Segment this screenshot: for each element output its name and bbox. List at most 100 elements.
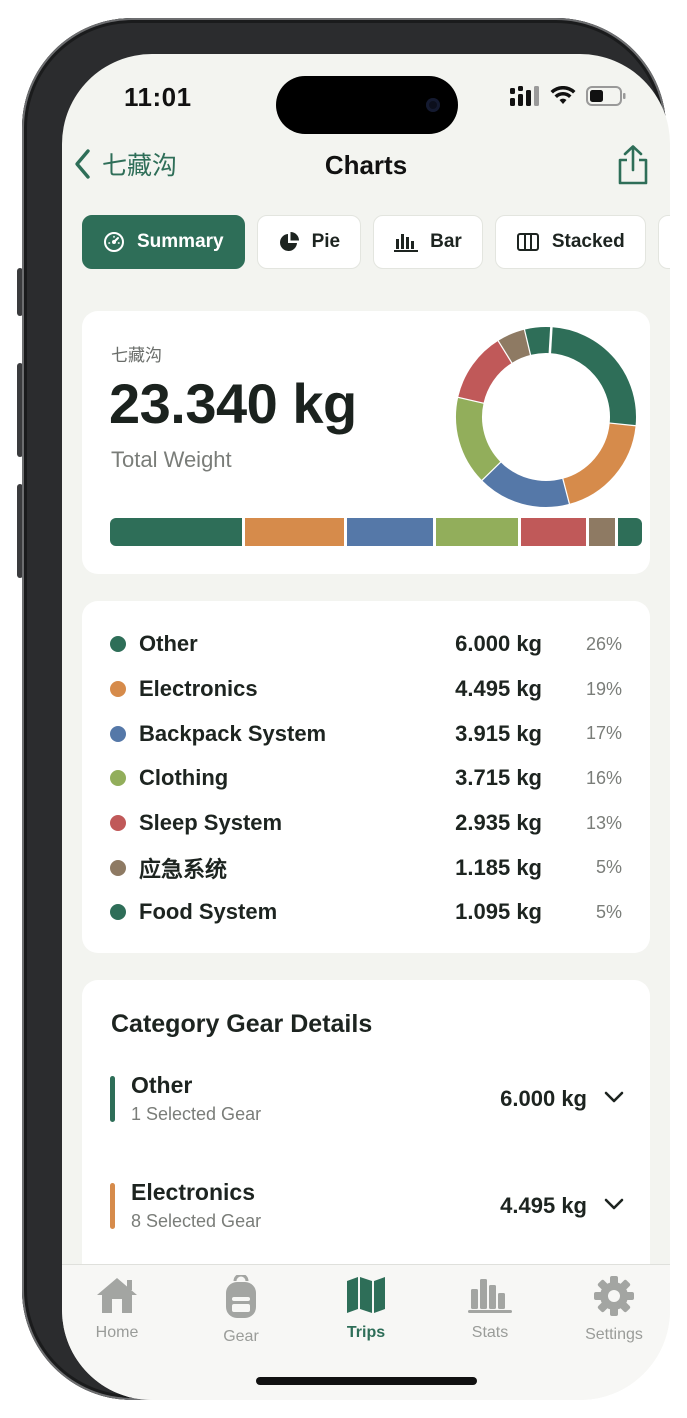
bar-chart-icon: [394, 234, 419, 252]
weight-bar-segment-3: [436, 518, 519, 546]
detail-weight: 4.495 kg: [500, 1193, 587, 1218]
legend-category-name: Backpack System: [139, 720, 327, 746]
backpack-icon: [226, 1273, 256, 1318]
donut-slice-3: [456, 396, 501, 480]
tab-more[interactable]: [657, 215, 670, 269]
legend-category-weight: 6.000 kg: [455, 631, 542, 657]
legend-row: Backpack System 3.915 kg 17%: [82, 711, 650, 756]
donut-slice-6: [525, 327, 552, 355]
house-icon: [97, 1278, 137, 1313]
tab-bar-label: Bar: [430, 231, 462, 252]
stacked-columns-icon: [516, 233, 539, 251]
pie-chart-icon: [279, 232, 299, 251]
summary-card: 七藏沟 23.340 kg Total Weight: [82, 311, 650, 574]
share-button[interactable]: [616, 144, 650, 191]
battery-icon: [586, 86, 626, 106]
tabbar-trips-label: Trips: [346, 1324, 386, 1341]
chart-type-tabs: Summary Pie Bar Stacked: [82, 215, 670, 269]
detail-name: Other: [131, 1072, 193, 1098]
tab-bar[interactable]: Bar: [373, 215, 483, 269]
donut-slice-0: [549, 327, 636, 427]
legend-color-dot: [110, 770, 126, 787]
legend-color-dot: [110, 681, 126, 698]
legend-category-percent: 26%: [585, 633, 622, 654]
legend-category-percent: 17%: [585, 723, 622, 744]
legend-category-name: Clothing: [139, 765, 229, 791]
legend-category-percent: 19%: [585, 678, 622, 699]
status-time: 11:01: [124, 82, 192, 112]
detail-row-other[interactable]: Other 1 Selected Gear 6.000 kg: [110, 1072, 625, 1128]
tabbar-trips[interactable]: Trips: [311, 1275, 421, 1342]
legend-category-name: Other: [139, 631, 198, 657]
detail-row-electronics[interactable]: Electronics 8 Selected Gear 4.495 kg: [110, 1179, 625, 1235]
weight-bar-segment-6: [617, 518, 642, 546]
stats-icon: [468, 1279, 512, 1313]
legend-category-percent: 5%: [595, 857, 622, 878]
chevron-down-icon[interactable]: [603, 1090, 625, 1104]
total-weight-value: 23.340 kg: [109, 372, 357, 435]
legend-row: Other 6.000 kg 26%: [82, 622, 650, 667]
tabbar-stats[interactable]: Stats: [435, 1275, 545, 1342]
legend-color-dot: [110, 859, 126, 876]
legend-category-percent: 13%: [585, 812, 622, 833]
legend-row: Clothing 3.715 kg 16%: [82, 756, 650, 801]
tabbar-gear-label: Gear: [223, 1328, 259, 1345]
chevron-down-icon[interactable]: [603, 1197, 625, 1211]
details-title: Category Gear Details: [111, 1010, 373, 1038]
legend-category-weight: 3.715 kg: [455, 765, 542, 791]
detail-subtitle: 1 Selected Gear: [131, 1104, 262, 1124]
tab-summary-label: Summary: [137, 231, 224, 252]
tabbar-settings[interactable]: Settings: [559, 1275, 669, 1344]
legend-row: Electronics 4.495 kg 19%: [82, 667, 650, 712]
tabbar-stats-label: Stats: [471, 1324, 509, 1341]
weight-bar-segment-4: [521, 518, 586, 546]
detail-accent-bar: [110, 1076, 115, 1122]
dynamic-island: [276, 76, 458, 134]
status-icons: [510, 86, 626, 106]
legend-category-weight: 3.915 kg: [455, 720, 542, 746]
weight-distribution-bar: [110, 518, 642, 546]
gauge-icon: [104, 232, 124, 252]
weight-donut-chart: [456, 326, 637, 507]
tab-pie-label: Pie: [311, 231, 341, 252]
legend-category-weight: 1.095 kg: [455, 899, 542, 925]
page-title: Charts: [324, 150, 408, 180]
legend-color-dot: [110, 815, 126, 832]
donut-slice-5: [498, 329, 532, 363]
legend-row: Sleep System 2.935 kg 13%: [82, 801, 650, 846]
map-icon: [347, 1277, 385, 1313]
tabbar-home[interactable]: Home: [62, 1275, 172, 1342]
gear-icon: [594, 1276, 634, 1316]
legend-category-name: Sleep System: [139, 810, 283, 836]
donut-slice-2: [481, 461, 569, 507]
legend-color-dot: [110, 904, 126, 921]
weight-bar-segment-5: [588, 518, 615, 546]
weight-bar-segment-1: [245, 518, 345, 546]
legend-color-dot: [110, 636, 126, 653]
donut-slice-1: [561, 423, 636, 505]
category-details-card: Category Gear Details Other 1 Selected G…: [82, 980, 650, 1280]
legend-category-name: Electronics: [139, 676, 258, 702]
cellular-signal-icon: [510, 86, 539, 106]
tab-summary[interactable]: Summary: [82, 215, 245, 269]
legend-category-weight: 1.185 kg: [455, 854, 542, 880]
legend-category-name: 应急系统: [139, 856, 228, 882]
camera-icon: [426, 98, 440, 112]
category-legend-card: Other 6.000 kg 26% Electronics 4.495 kg 19% Ba…: [82, 601, 650, 953]
tabbar-settings-label: Settings: [585, 1326, 643, 1343]
weight-bar-segment-0: [110, 518, 243, 546]
donut-slice-separator: [548, 326, 553, 355]
tab-pie[interactable]: Pie: [256, 215, 362, 269]
donut-slice-4: [458, 340, 513, 404]
legend-category-weight: 2.935 kg: [455, 810, 542, 836]
tabbar-home-label: Home: [95, 1324, 139, 1341]
tab-stacked-label: Stacked: [551, 231, 625, 252]
screen: 11:01 七藏沟 Charts Summary Pie Bar Stacked…: [62, 54, 670, 1400]
tabbar-gear[interactable]: Gear: [186, 1273, 296, 1346]
legend-category-weight: 4.495 kg: [455, 676, 542, 702]
legend-row: Food System 1.095 kg 5%: [82, 890, 650, 935]
legend-row: 应急系统 1.185 kg 5%: [82, 845, 650, 890]
legend-category-percent: 5%: [595, 901, 622, 922]
tab-stacked[interactable]: Stacked: [494, 215, 646, 269]
detail-subtitle: 8 Selected Gear: [131, 1211, 262, 1231]
